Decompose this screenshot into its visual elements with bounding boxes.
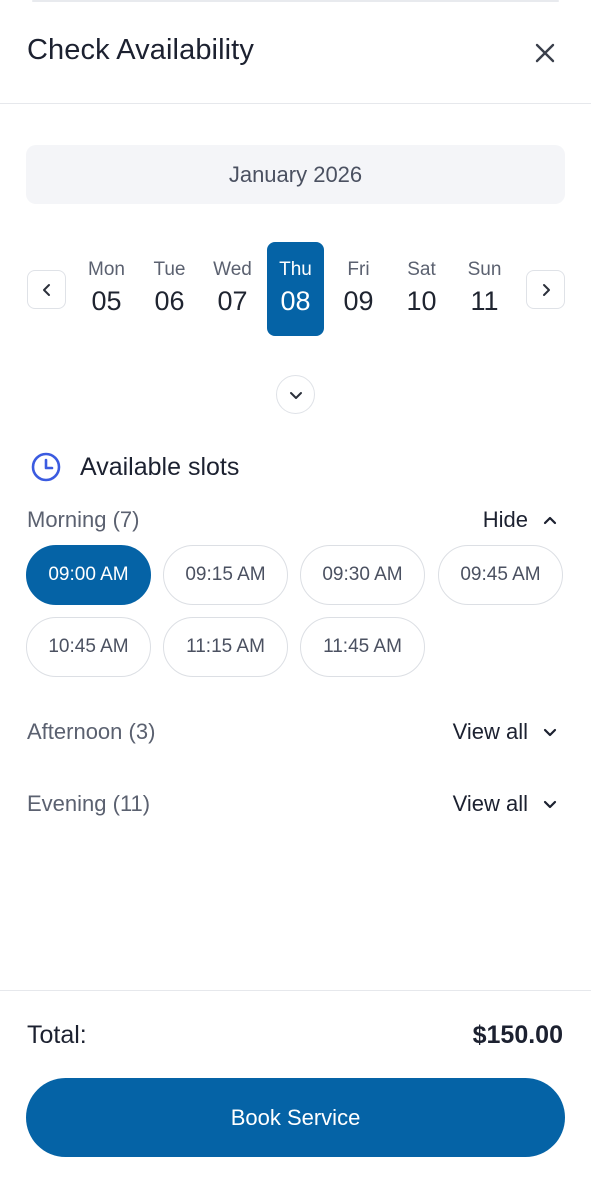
chevron-right-icon	[542, 283, 550, 296]
clock-icon	[31, 452, 61, 482]
slot-1145[interactable]: 11:45 AM	[300, 617, 425, 677]
evening-label: Evening (11)	[27, 791, 151, 816]
day-name: Wed	[213, 259, 252, 280]
total-value: $150.00	[472, 1021, 563, 1049]
day-number: 11	[470, 286, 499, 316]
morning-label: Morning (7)	[27, 507, 140, 532]
day-name: Sat	[407, 259, 436, 280]
sheet-header: Check Availability	[0, 0, 591, 104]
chevron-down-icon	[543, 728, 557, 737]
day-thu-selected[interactable]: Thu 08	[267, 242, 324, 336]
day-sun[interactable]: Sun 11	[456, 242, 513, 336]
slot-0945[interactable]: 09:45 AM	[438, 545, 563, 605]
day-name: Fri	[347, 259, 370, 280]
day-mon[interactable]: Mon 05	[78, 242, 135, 336]
slot-0930[interactable]: 09:30 AM	[300, 545, 425, 605]
month-label: January 2026	[228, 161, 363, 187]
day-number: 09	[343, 286, 374, 316]
close-icon	[535, 43, 555, 63]
slot-0915[interactable]: 09:15 AM	[163, 545, 288, 605]
day-wed[interactable]: Wed 07	[204, 242, 261, 336]
evening-action-label: View all	[452, 791, 528, 816]
slot-1045[interactable]: 10:45 AM	[26, 617, 151, 677]
day-name: Sun	[467, 259, 502, 280]
availability-sheet: Check Availability January 2026 Mon 05 T…	[0, 0, 591, 1186]
chevron-down-icon	[543, 800, 557, 809]
available-slots-heading: Available slots	[30, 451, 239, 483]
day-fri[interactable]: Fri 09	[330, 242, 387, 336]
total-label: Total:	[27, 1021, 87, 1049]
slot-1115[interactable]: 11:15 AM	[163, 617, 288, 677]
day-name: Thu	[279, 259, 312, 280]
chevron-left-icon	[42, 283, 50, 296]
day-number: 08	[280, 286, 311, 316]
day-sat[interactable]: Sat 10	[393, 242, 450, 336]
prev-week-button[interactable]	[27, 270, 66, 309]
footer-divider	[0, 990, 591, 991]
close-button[interactable]	[528, 36, 562, 70]
next-week-button[interactable]	[526, 270, 565, 309]
chevron-down-icon	[289, 391, 302, 399]
day-tue[interactable]: Tue 06	[141, 242, 198, 336]
afternoon-label: Afternoon (3)	[27, 719, 156, 744]
day-name: Mon	[88, 259, 125, 280]
expand-calendar-button[interactable]	[276, 375, 315, 414]
morning-hide-toggle[interactable]: Hide	[483, 506, 558, 534]
day-number: 10	[406, 286, 437, 316]
month-selector[interactable]: January 2026	[26, 145, 565, 204]
evening-view-all[interactable]: View all	[453, 790, 558, 818]
slot-0900-selected[interactable]: 09:00 AM	[26, 545, 151, 605]
page-title: Check Availability	[27, 34, 254, 66]
day-number: 07	[217, 286, 248, 316]
afternoon-view-all[interactable]: View all	[453, 718, 558, 746]
day-number: 05	[91, 286, 122, 316]
book-service-button[interactable]: Book Service	[26, 1078, 565, 1157]
day-name: Tue	[153, 259, 186, 280]
day-number: 06	[154, 286, 185, 316]
chevron-up-icon	[543, 516, 557, 525]
morning-action-label: Hide	[482, 507, 528, 532]
afternoon-action-label: View all	[452, 719, 528, 744]
slots-title: Available slots	[80, 452, 240, 481]
